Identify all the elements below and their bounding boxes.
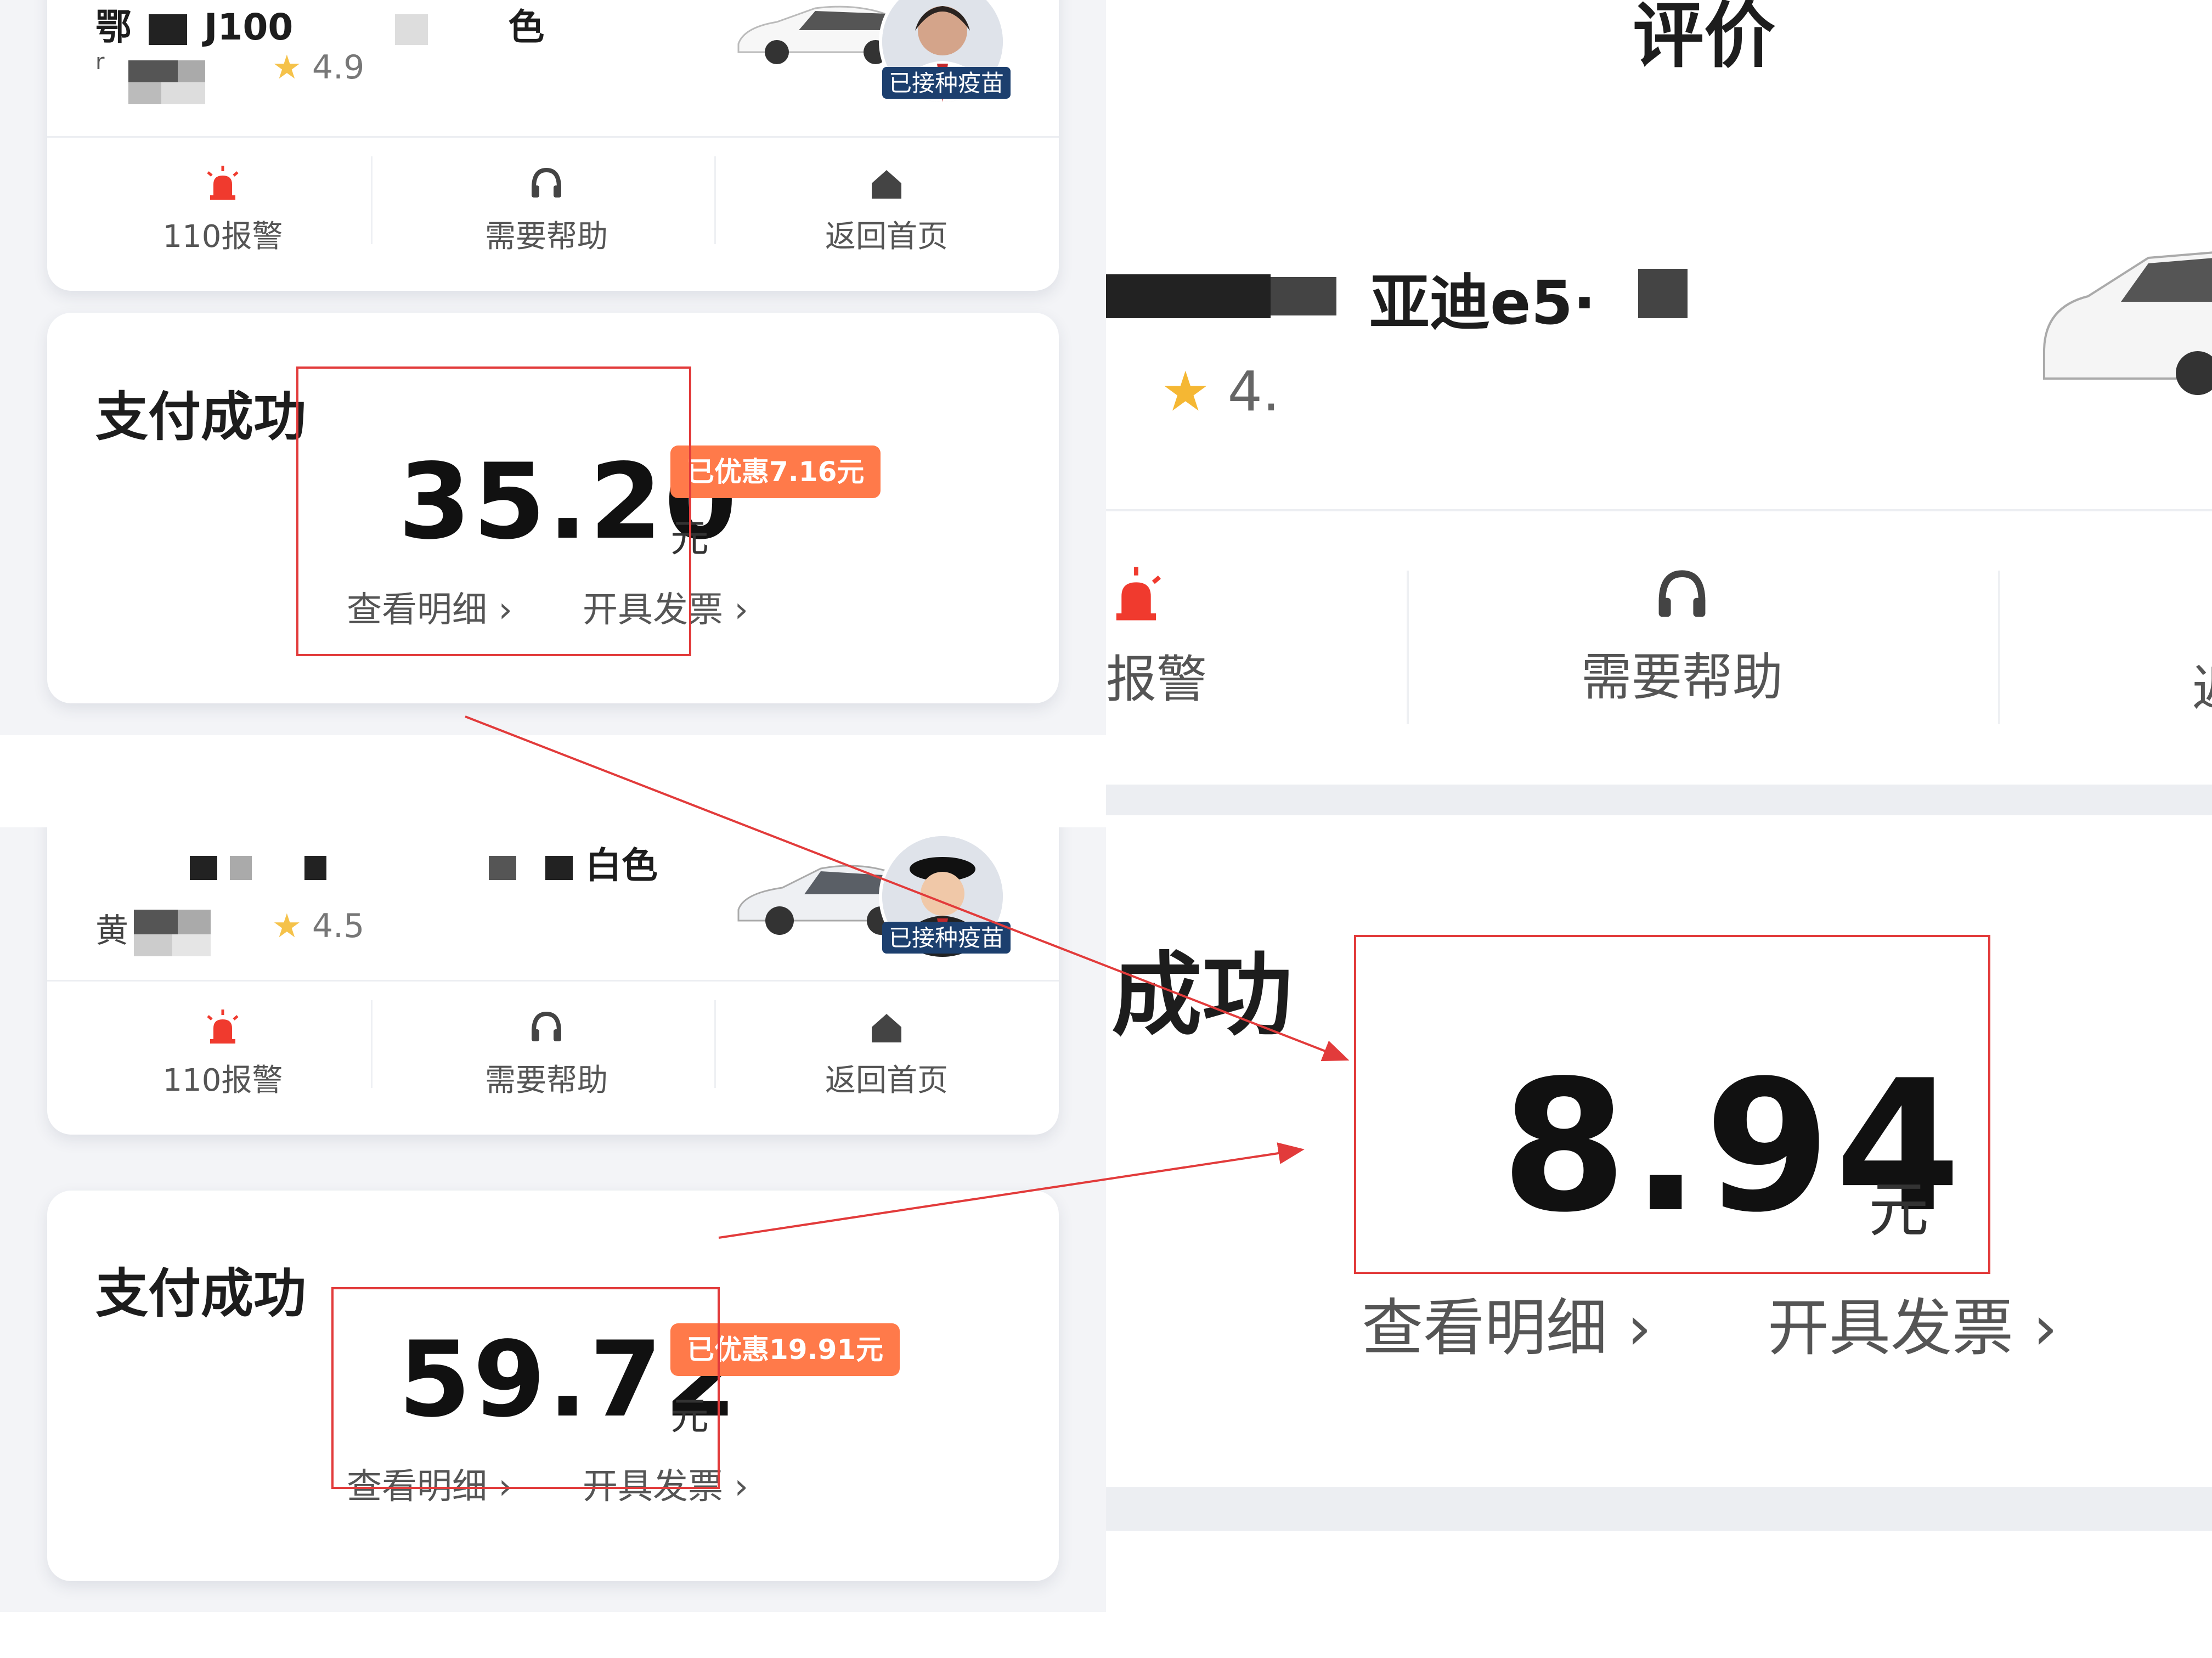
arrow-bottom-to-zoomed xyxy=(718,1142,1305,1239)
annotation-arrows xyxy=(465,715,1350,1239)
arrow-top-to-zoomed xyxy=(465,715,1350,1062)
